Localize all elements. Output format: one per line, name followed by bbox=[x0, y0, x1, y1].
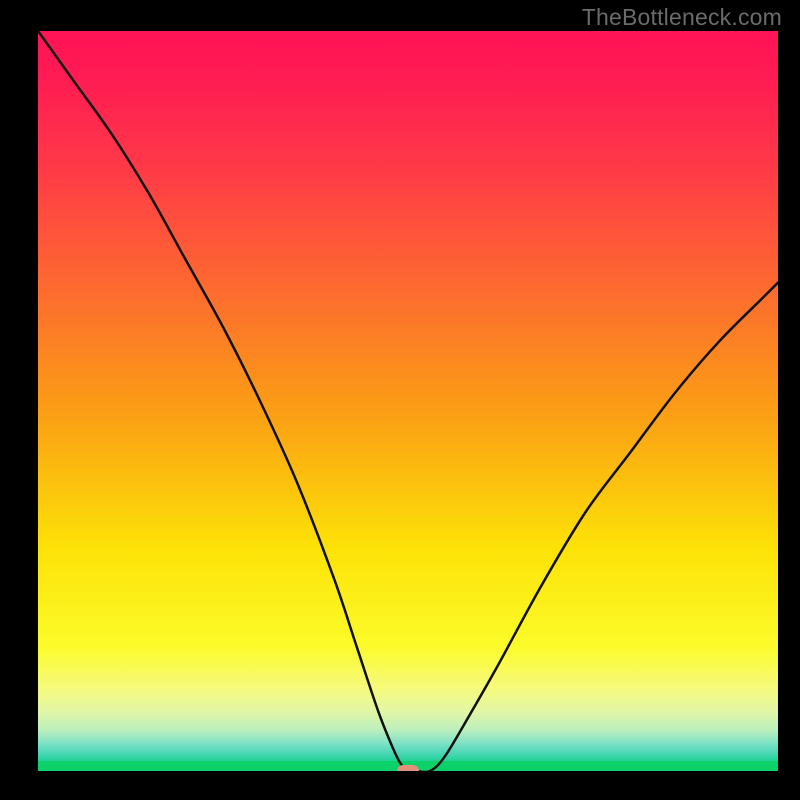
bottleneck-curve-line bbox=[38, 31, 778, 771]
minimum-marker bbox=[397, 765, 419, 772]
watermark-text: TheBottleneck.com bbox=[582, 4, 782, 31]
plot-area bbox=[37, 30, 779, 772]
chart-frame: TheBottleneck.com bbox=[0, 0, 800, 800]
curve-svg bbox=[38, 31, 778, 771]
